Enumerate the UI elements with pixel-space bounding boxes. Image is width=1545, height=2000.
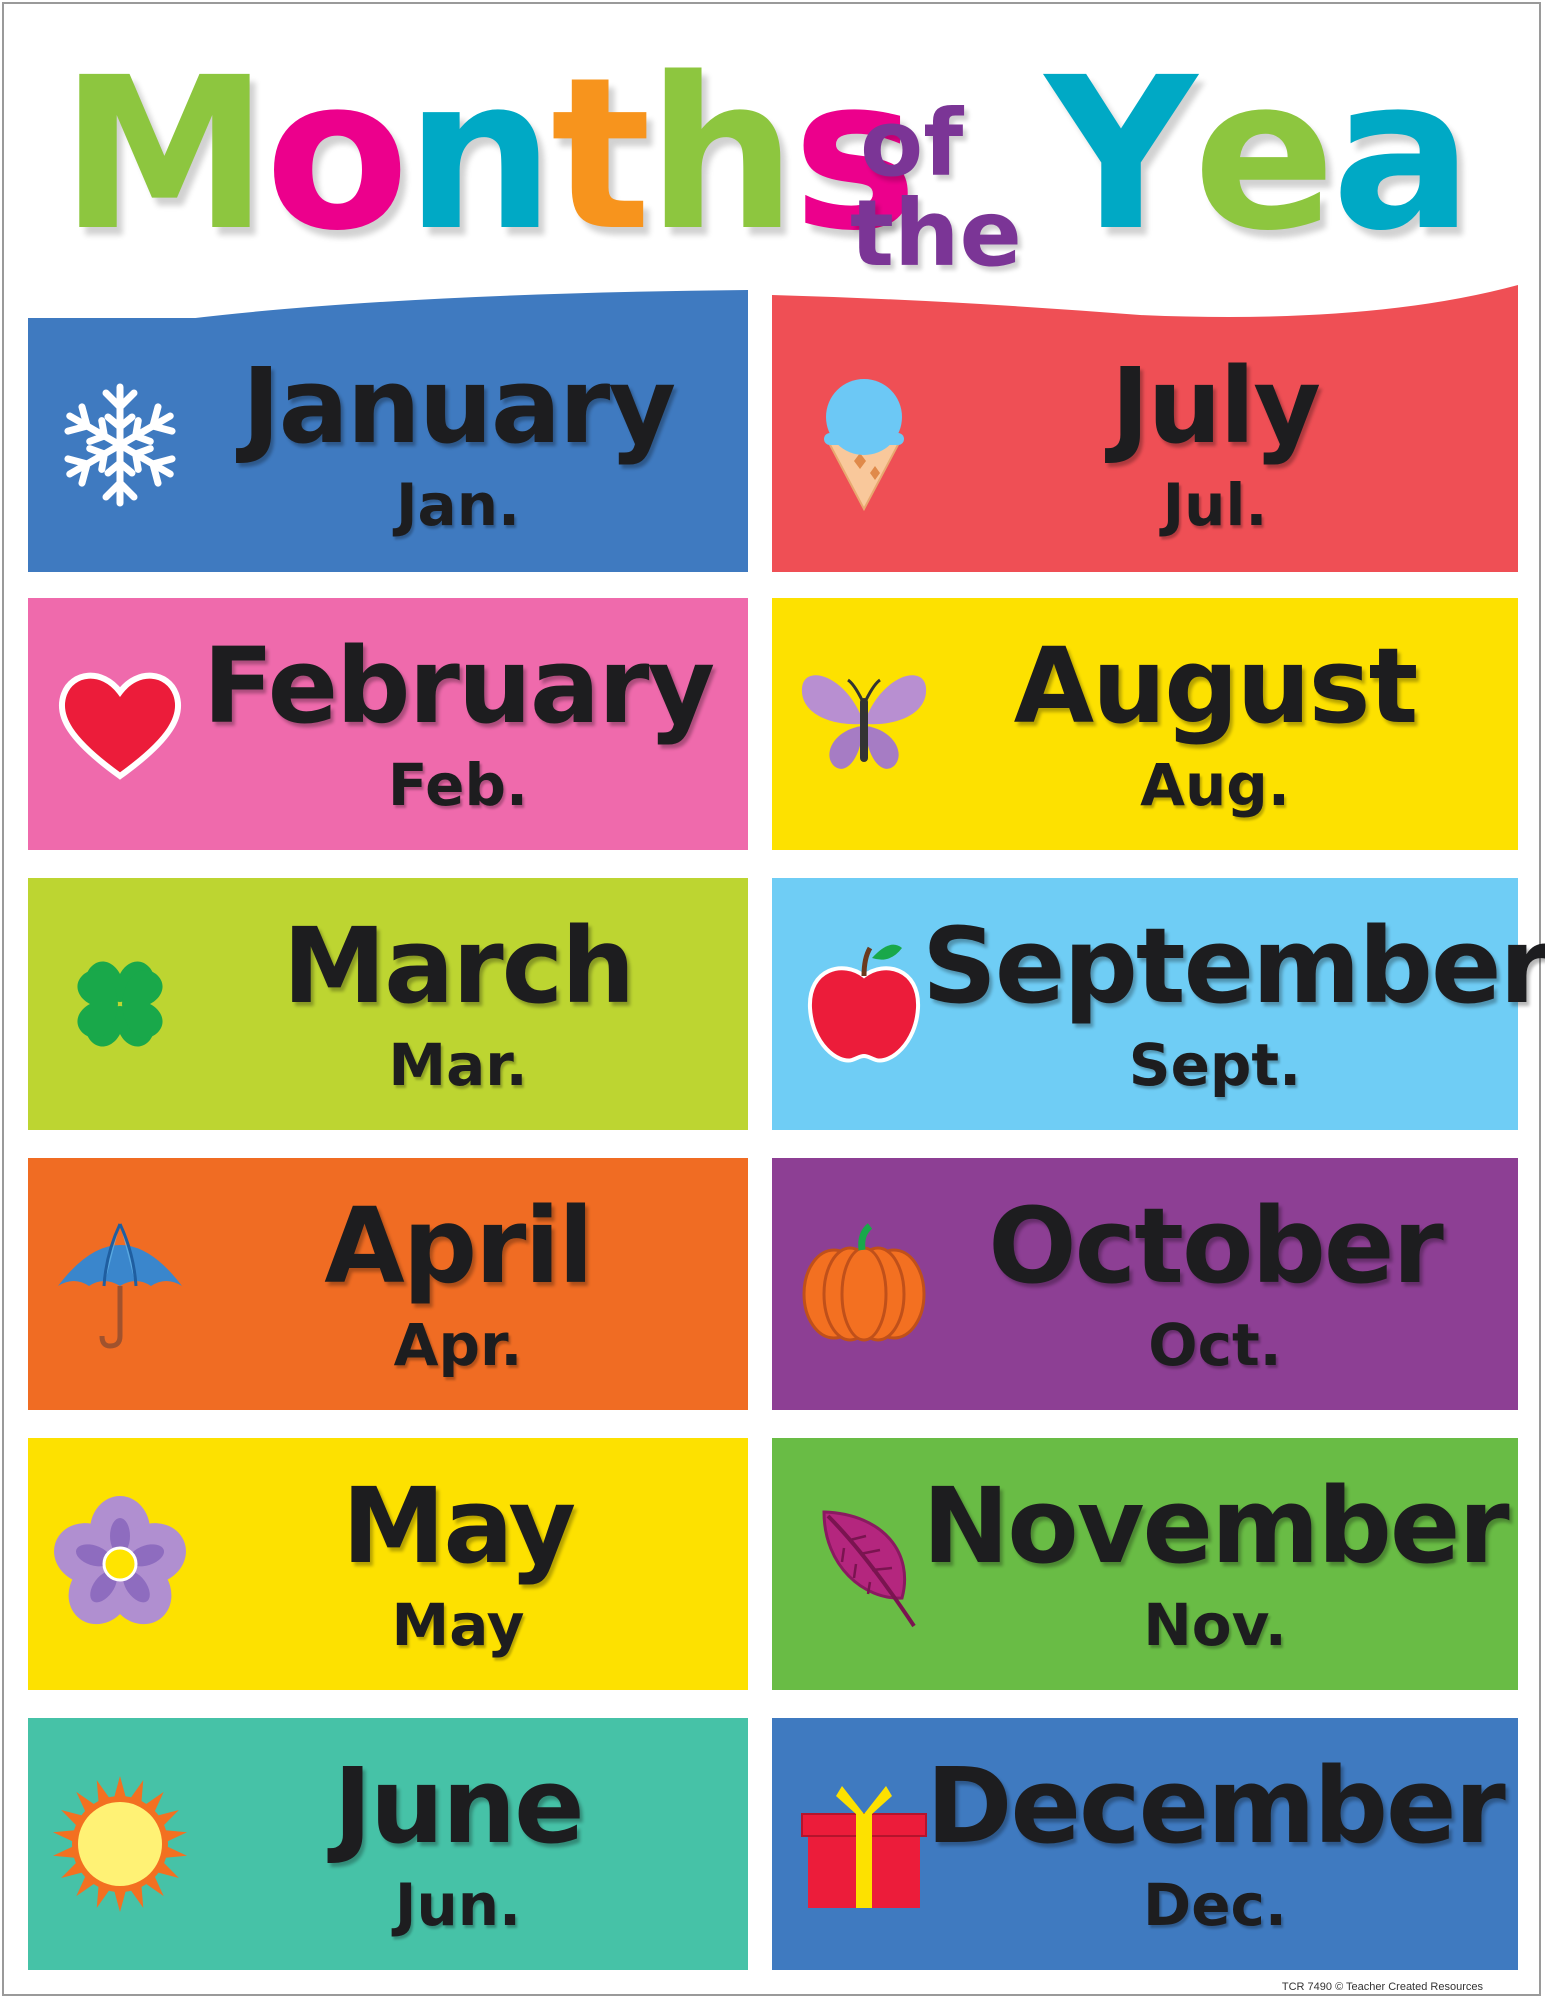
month-name: January <box>241 345 676 467</box>
month-card-september: September Sept. <box>772 878 1545 1130</box>
month-name: November <box>922 1465 1509 1587</box>
month-card-march: March Mar. <box>28 878 748 1130</box>
month-name: June <box>333 1745 584 1867</box>
month-card-july: July Jul. <box>772 318 1518 572</box>
month-card-november: November Nov. <box>772 1438 1518 1690</box>
month-card-june: June Jun. <box>28 1718 748 1970</box>
clover-icon <box>50 934 190 1074</box>
month-card-december: December Dec. <box>772 1718 1518 1970</box>
footer-credit: TCR 7490 © Teacher Created Resources <box>1281 1981 1483 1993</box>
snowflake-icon <box>50 375 190 515</box>
heart-icon <box>50 654 190 794</box>
apple-icon <box>794 934 934 1074</box>
gift-icon <box>794 1774 934 1914</box>
month-abbr: Jul. <box>1162 471 1268 539</box>
month-card-april: April Apr. <box>28 1158 748 1410</box>
month-card-may: May May <box>28 1438 748 1690</box>
leaf-icon <box>794 1494 934 1634</box>
month-abbr: Jun. <box>394 1871 522 1939</box>
month-abbr: Dec. <box>1143 1871 1287 1939</box>
month-abbr: Jan. <box>395 471 521 539</box>
pumpkin-icon <box>794 1214 934 1354</box>
month-card-january: January Jan. <box>28 318 748 572</box>
month-abbr: Apr. <box>393 1311 523 1379</box>
month-abbr: Nov. <box>1143 1591 1287 1659</box>
umbrella-icon <box>50 1214 190 1354</box>
month-abbr: Aug. <box>1140 751 1290 819</box>
month-abbr: Oct. <box>1148 1311 1282 1379</box>
month-name: May <box>341 1465 576 1587</box>
month-abbr: May <box>391 1591 525 1659</box>
month-name: October <box>988 1185 1444 1307</box>
ice-cream-icon <box>794 375 934 515</box>
month-name: February <box>202 625 715 747</box>
month-name: April <box>324 1185 594 1307</box>
month-name: September <box>922 905 1545 1027</box>
month-abbr: Mar. <box>388 1031 528 1099</box>
month-card-august: August Aug. <box>772 598 1518 850</box>
month-card-october: October Oct. <box>772 1158 1518 1410</box>
month-abbr: Feb. <box>387 751 529 819</box>
month-abbr: Sept. <box>1128 1031 1302 1099</box>
butterfly-icon <box>794 654 934 794</box>
month-name: March <box>282 905 636 1027</box>
month-name: December <box>926 1745 1506 1867</box>
flower-icon <box>50 1494 190 1634</box>
sun-icon <box>50 1774 190 1914</box>
month-card-february: February Feb. <box>28 598 748 850</box>
month-name: July <box>1110 345 1321 467</box>
month-name: August <box>1013 625 1419 747</box>
